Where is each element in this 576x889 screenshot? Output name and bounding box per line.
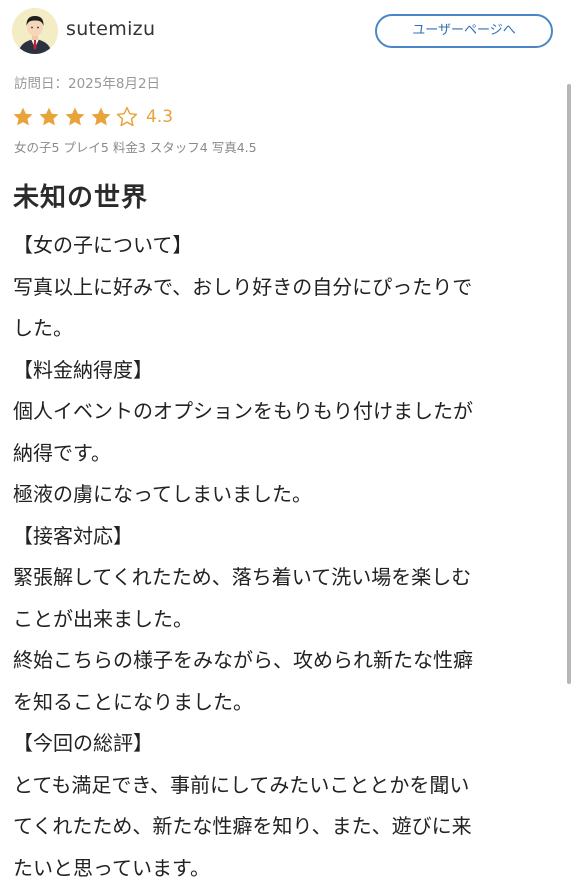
star-rating: 4.3 (12, 104, 173, 130)
review-line: 写真以上に好みで、おしり好きの自分にぴったりで (13, 274, 473, 299)
star-empty-icon (116, 106, 138, 127)
review-line: 極液の虜になってしまいました。 (13, 482, 312, 506)
review-line: 【女の子について】 (13, 233, 193, 257)
review-line: 【接客対応】 (13, 523, 133, 548)
review-body: 【女の子について】 写真以上に好みで、おしり好きの自分にぴったりで した。 【料… (13, 225, 561, 889)
star-filled-icon (39, 107, 59, 126)
star-filled-icon (91, 107, 111, 126)
scrollbar[interactable] (567, 84, 571, 684)
review-line: ことが出来ました。 (13, 606, 193, 631)
sub-ratings: 女の子5 プレイ5 料金3 スタッフ4 写真4.5 (14, 140, 257, 155)
review-line: 【今回の総評】 (13, 731, 153, 755)
review-line: を知ることになりました。 (13, 689, 253, 714)
rating-value: 4.3 (146, 107, 174, 127)
review-line: てくれたため、新たな性癖を知り、また、遊びに来 (13, 814, 472, 838)
review-line: した。 (13, 316, 73, 340)
star-filled-icon (65, 107, 85, 126)
review-line: 個人イベントのオプションをもりもり付けましたが (13, 399, 473, 423)
review-line: 終始こちらの様子をみながら、攻められ新たな性癖 (13, 648, 473, 672)
review-line: たいと思っています。 (13, 855, 210, 880)
username[interactable]: sutemizu (66, 18, 155, 40)
review-header: sutemizu ユーザーページへ (0, 0, 576, 62)
review-line: とても満足でき、事前にしてみたいこととかを聞い (13, 772, 470, 797)
user-page-button[interactable]: ユーザーページへ (375, 14, 553, 48)
review-line: 【料金納得度】 (13, 357, 153, 382)
user-avatar-icon[interactable] (12, 8, 58, 54)
star-filled-icon (13, 107, 33, 126)
review-title: 未知の世界 (13, 183, 149, 213)
review-line: 緊張解してくれたため、落ち着いて洗い場を楽しむ (13, 565, 472, 589)
visit-date: 訪問日：2025年8月2日 (14, 76, 161, 92)
review-line: 納得です。 (13, 440, 111, 465)
